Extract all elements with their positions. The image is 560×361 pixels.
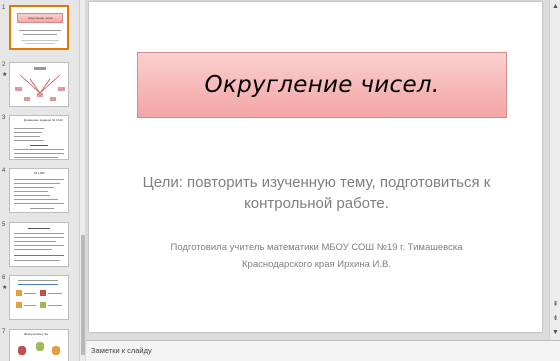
thumbnail-image [16, 302, 22, 308]
slide-number: 4 [2, 168, 6, 174]
thumbnail-text-line [14, 191, 48, 192]
animation-star-icon: ★ [2, 72, 8, 78]
notes-placeholder: Заметки к слайду [91, 346, 152, 355]
slide-thumbnail-1[interactable]: Округление чисел [9, 5, 69, 50]
slide-editing-area: Округление чисел. Цели: повторить изучен… [86, 0, 549, 340]
slide-thumbnail-7[interactable]: Физкультминутка [9, 329, 69, 361]
thumbnail-text-line [18, 280, 58, 281]
thumbnail-text-line [30, 145, 48, 146]
slide-thumbnail-5[interactable] [9, 222, 69, 267]
scroll-up-icon[interactable]: ▲ [551, 2, 560, 11]
previous-slide-icon[interactable]: ⇞ [551, 300, 560, 309]
thumbnail-title-box: Округление чисел [17, 13, 63, 23]
thumbnail-text-line [14, 128, 44, 129]
thumbnail-scrollbar[interactable] [79, 0, 85, 361]
thumbnail-text-line [18, 284, 58, 285]
thumbnail-text-line [14, 153, 64, 154]
thumbnail-text-line [14, 199, 58, 200]
thumbnail-text-line [14, 140, 44, 141]
slide-number: 5 [2, 222, 6, 228]
thumbnail-image [40, 290, 46, 296]
thumbnail-text-line [14, 179, 64, 180]
notes-pane[interactable]: Заметки к слайду [86, 340, 560, 361]
thumbnail-image [40, 302, 46, 308]
slide-title: Округление чисел. [204, 72, 440, 98]
next-slide-icon[interactable]: ⇟ [551, 314, 560, 323]
thumbnail-text-line [21, 40, 59, 41]
thumbnail-text-line [30, 208, 54, 209]
slide-thumbnail-2[interactable] [9, 62, 69, 107]
thumbnail-text-line [19, 30, 61, 31]
thumbnail-text-line [14, 233, 64, 234]
title-placeholder[interactable]: Округление чисел. [137, 52, 507, 118]
thumbnail-scrollbar-handle[interactable] [81, 235, 85, 355]
thumbnail-title: № 1362 [34, 171, 45, 175]
thumbnail-text-line [14, 203, 64, 204]
thumbnail-text-line [28, 228, 50, 229]
slide-number: 2 [2, 62, 6, 68]
slide-thumbnail-3[interactable]: Домашнее задание № 1410 [9, 115, 69, 160]
author-text-box[interactable]: Подготовила учитель математики МБОУ СОШ … [129, 239, 504, 273]
thumbnail-text-line [24, 305, 36, 306]
animation-star-icon: ★ [2, 285, 8, 291]
thumbnail-text-line [14, 249, 52, 250]
thumbnail-image [36, 342, 44, 351]
thumbnail-title: Округление чисел [28, 16, 54, 20]
thumbnail-text-line [48, 293, 62, 294]
slide-thumbnail-6[interactable] [9, 275, 69, 320]
slide-thumbnails-pane[interactable]: 1 Округление чисел 2 ★ 3 Домашнее задани… [0, 0, 79, 361]
author-line-1: Подготовила учитель математики МБОУ СОШ … [170, 242, 463, 253]
slide-number: 1 [2, 5, 6, 11]
thumbnail-title: Домашнее задание № 1410 [24, 118, 63, 122]
thumbnail-text-line [14, 149, 64, 150]
thumbnail-text-line [14, 136, 40, 137]
thumbnail-text-line [14, 157, 58, 158]
presentation-window: 1 Округление чисел 2 ★ 3 Домашнее задани… [0, 0, 560, 361]
thumbnail-text-line [23, 34, 57, 35]
slide-subtitle[interactable]: Цели: повторить изученную тему, подготов… [119, 172, 514, 214]
thumbnail-image [18, 346, 26, 355]
current-slide[interactable]: Округление чисел. Цели: повторить изучен… [89, 2, 542, 332]
thumbnail-image [52, 346, 60, 355]
thumbnail-diagram [15, 67, 65, 101]
thumbnail-text-line [14, 195, 50, 196]
author-line-2: Краснодарского края Ирхина И.В. [242, 259, 391, 270]
thumbnail-text-line [14, 260, 60, 261]
thumbnail-text-line [14, 183, 60, 184]
slide-scrollbar[interactable]: ▲ ⇞ ⇟ ▼ [549, 0, 560, 340]
thumbnail-title: Физкультминутка [24, 332, 48, 336]
thumbnail-image [16, 290, 22, 296]
thumbnail-text-line [48, 305, 62, 306]
slide-thumbnail-4[interactable]: № 1362 [9, 168, 69, 213]
scroll-down-icon[interactable]: ▼ [551, 328, 560, 337]
thumbnail-text-line [14, 132, 42, 133]
thumbnail-text-line [14, 187, 54, 188]
thumbnail-text-line [25, 43, 55, 44]
thumbnail-text-line [14, 245, 64, 246]
thumbnail-text-line [14, 237, 64, 238]
thumbnail-text-line [24, 293, 36, 294]
slide-number: 3 [2, 115, 6, 121]
thumbnail-text-line [14, 255, 64, 256]
slide-number: 6 [2, 275, 6, 281]
thumbnail-text-line [14, 241, 56, 242]
slide-number: 7 [2, 329, 6, 335]
